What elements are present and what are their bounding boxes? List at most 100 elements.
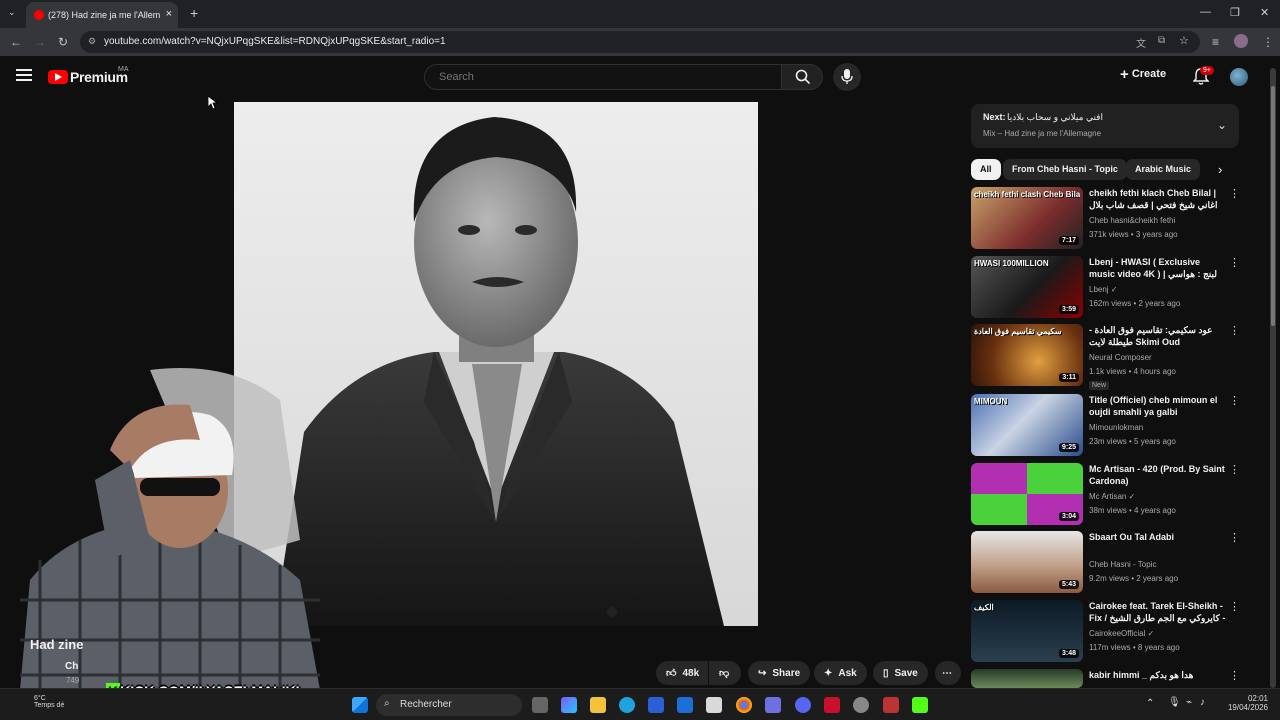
file-explorer-icon[interactable] bbox=[590, 697, 606, 713]
outlook-icon[interactable] bbox=[677, 697, 693, 713]
recommendation-thumbnail[interactable]: MIMOUN 9:25 bbox=[971, 394, 1083, 456]
chevron-up-icon[interactable]: ⌃ bbox=[1146, 698, 1154, 709]
chevron-right-icon[interactable]: › bbox=[1218, 162, 1222, 177]
recommendation-channel[interactable]: Mc Artisan ✓ bbox=[1089, 492, 1135, 501]
site-info-icon[interactable]: ⚙ bbox=[88, 36, 96, 47]
recommendation-item[interactable]: 3:04 Mc Artisan - 420 (Prod. By Saint Car… bbox=[971, 463, 1241, 525]
recommendation-channel[interactable]: Mimounlokman bbox=[1089, 423, 1143, 432]
new-tab-icon[interactable]: + bbox=[190, 5, 198, 21]
share-button[interactable]: ↪ Share bbox=[748, 661, 811, 685]
app-red-icon[interactable] bbox=[883, 697, 899, 713]
tab-close-icon[interactable]: × bbox=[166, 8, 172, 20]
window-close-icon[interactable]: ✕ bbox=[1260, 6, 1269, 19]
more-vertical-icon[interactable]: ⋮ bbox=[1229, 600, 1240, 613]
chevron-down-icon[interactable]: ⌄ bbox=[1217, 118, 1227, 132]
like-button[interactable]: 👍︎ 48k bbox=[656, 661, 708, 685]
recommendation-channel[interactable]: Cheb hasni&cheikh fethi bbox=[1089, 216, 1175, 225]
chrome-menu-icon[interactable]: ⋮ bbox=[1262, 35, 1274, 49]
search-input[interactable] bbox=[424, 64, 782, 90]
profile-avatar-icon[interactable] bbox=[1234, 34, 1248, 48]
recommendation-title[interactable]: Lbenj - HWASI ( Exclusive music video 4K… bbox=[1089, 256, 1227, 280]
translate-icon[interactable]: 文 bbox=[1136, 35, 1146, 50]
recommendation-item[interactable]: MIMOUN 9:25 Title (Officiel) cheb mimoun e… bbox=[971, 394, 1241, 456]
discord-icon[interactable] bbox=[795, 697, 811, 713]
recommendation-title[interactable]: Cairokee feat. Tarek El-Sheikh - Fix / ك… bbox=[1089, 600, 1227, 626]
more-vertical-icon[interactable]: ⋮ bbox=[1229, 324, 1240, 337]
youtube-logo-icon[interactable] bbox=[48, 70, 68, 84]
obs-icon[interactable] bbox=[853, 697, 869, 713]
dislike-button[interactable]: 👎︎ bbox=[709, 661, 741, 685]
create-button[interactable]: + Create bbox=[1120, 66, 1166, 83]
taskbar-search[interactable]: ⌕ Rechercher bbox=[376, 694, 522, 716]
channel-name[interactable]: Ch bbox=[65, 661, 78, 672]
more-vertical-icon[interactable]: ⋮ bbox=[1229, 187, 1240, 200]
reload-icon[interactable]: ↻ bbox=[58, 35, 68, 49]
hamburger-menu-icon[interactable] bbox=[16, 69, 32, 84]
weather-widget[interactable]: 6°C Temps dé bbox=[34, 695, 64, 709]
next-up-card[interactable]: Next: افني ميلاني و سحاب بلاديا Mix – Ha… bbox=[971, 104, 1239, 148]
wifi-icon[interactable]: ⌁ bbox=[1186, 697, 1192, 708]
tab-search-icon[interactable]: ⌄ bbox=[8, 7, 16, 18]
forward-icon[interactable]: → bbox=[34, 35, 46, 49]
more-vertical-icon[interactable]: ⋮ bbox=[1229, 256, 1240, 269]
restore-icon[interactable]: ❐ bbox=[1230, 6, 1240, 19]
recommendation-thumbnail[interactable] bbox=[971, 669, 1083, 688]
recommendation-title[interactable]: kabir himmi _ هدا هو بدكم bbox=[1089, 669, 1227, 681]
reading-list-icon[interactable]: ≡ bbox=[1212, 35, 1219, 49]
more-vertical-icon[interactable]: ⋮ bbox=[1229, 531, 1240, 544]
address-bar[interactable]: ⚙ youtube.com/watch?v=NQjxUPqgSKE&list=R… bbox=[80, 31, 1200, 53]
more-vertical-icon[interactable]: ⋮ bbox=[1229, 669, 1240, 682]
copilot-icon[interactable] bbox=[561, 697, 577, 713]
voice-search-button[interactable] bbox=[833, 63, 861, 91]
install-icon[interactable]: ⧉ bbox=[1158, 35, 1165, 46]
recommendation-item[interactable]: kabir himmi _ هدا هو بدكم ⋮ bbox=[971, 669, 1241, 688]
recommendation-item[interactable]: 5:43 Sbaart Ou Tal Adabi Cheb Hasni - Topi… bbox=[971, 531, 1241, 593]
recommendation-title[interactable]: Mc Artisan - 420 (Prod. By Saint Cardona… bbox=[1089, 463, 1227, 487]
more-vertical-icon[interactable]: ⋮ bbox=[1229, 463, 1240, 476]
recommendation-title[interactable]: عود سكيمي: تقاسيم فوق العادة - طيطلة لاي… bbox=[1089, 324, 1227, 348]
recommendation-thumbnail[interactable]: 3:04 bbox=[971, 463, 1083, 525]
recommendation-channel[interactable]: Neural Composer bbox=[1089, 353, 1152, 362]
recommendation-thumbnail[interactable]: 5:43 bbox=[971, 531, 1083, 593]
recommendation-item[interactable]: الكيف 3:48 Cairokee feat. Tarek El-Sheikh … bbox=[971, 600, 1241, 662]
recommendation-item[interactable]: سكيمي تقاسيم فوق العادة 3:11 عود سكيمي: تق… bbox=[971, 324, 1241, 390]
system-clock[interactable]: 02:01 19/04/2026 bbox=[1214, 694, 1268, 712]
account-avatar[interactable] bbox=[1230, 68, 1248, 86]
recommendation-title[interactable]: cheikh fethi klach Cheb Bilal | اغاني شي… bbox=[1089, 187, 1227, 213]
bookmark-star-icon[interactable]: ☆ bbox=[1179, 34, 1189, 47]
chip-from-channel[interactable]: From Cheb Hasni - Topic bbox=[1003, 159, 1127, 180]
recommendation-item[interactable]: HWASI 100MILLION 3:59 Lbenj - HWASI ( Excl… bbox=[971, 256, 1241, 318]
photos-icon[interactable] bbox=[706, 697, 722, 713]
chrome-icon[interactable] bbox=[736, 697, 752, 713]
start-menu-icon[interactable] bbox=[352, 697, 368, 713]
more-actions-button[interactable]: ⋯ bbox=[935, 661, 961, 685]
search-button[interactable] bbox=[781, 64, 823, 90]
recommendation-thumbnail[interactable]: سكيمي تقاسيم فوق العادة 3:11 bbox=[971, 324, 1083, 386]
back-icon[interactable]: ← bbox=[10, 35, 22, 49]
kick-app-icon[interactable] bbox=[912, 697, 928, 713]
recommendation-title[interactable]: Title (Officiel) cheb mimoun el oujdi sm… bbox=[1089, 394, 1227, 418]
app-a-icon[interactable] bbox=[824, 697, 840, 713]
recommendation-channel[interactable]: Lbenj ✓ bbox=[1089, 285, 1118, 294]
chip-arabic-music[interactable]: Arabic Music bbox=[1126, 159, 1201, 180]
recommendation-channel[interactable]: Cheb Hasni - Topic bbox=[1089, 560, 1156, 569]
store-icon[interactable] bbox=[648, 697, 664, 713]
gamepad-icon[interactable] bbox=[765, 697, 781, 713]
task-view-icon[interactable] bbox=[532, 697, 548, 713]
recommendation-title[interactable]: Sbaart Ou Tal Adabi bbox=[1089, 531, 1227, 543]
volume-icon[interactable]: ♪ bbox=[1200, 697, 1205, 708]
minimize-icon[interactable]: — bbox=[1200, 6, 1211, 18]
scrollbar-thumb[interactable] bbox=[1271, 86, 1275, 326]
save-button[interactable]: ▯ Save bbox=[873, 661, 928, 685]
recommendation-thumbnail[interactable]: HWASI 100MILLION 3:59 bbox=[971, 256, 1083, 318]
edge-icon[interactable] bbox=[619, 697, 635, 713]
recommendation-thumbnail[interactable]: الكيف 3:48 bbox=[971, 600, 1083, 662]
recommendation-item[interactable]: cheikh fethi clash Cheb Bilal 7:17 cheikh … bbox=[971, 187, 1241, 249]
browser-tab[interactable]: (278) Had zine ja me l'Allemagne × bbox=[26, 2, 178, 28]
recommendation-channel[interactable]: CairokeeOfficial ✓ bbox=[1089, 629, 1154, 638]
ask-button[interactable]: ✦ Ask bbox=[814, 661, 867, 685]
recommendation-thumbnail[interactable]: cheikh fethi clash Cheb Bilal 7:17 bbox=[971, 187, 1083, 249]
more-vertical-icon[interactable]: ⋮ bbox=[1229, 394, 1240, 407]
chip-all[interactable]: All bbox=[971, 159, 1001, 180]
microphone-tray-icon[interactable]: 🎙︎ bbox=[1168, 697, 1181, 708]
